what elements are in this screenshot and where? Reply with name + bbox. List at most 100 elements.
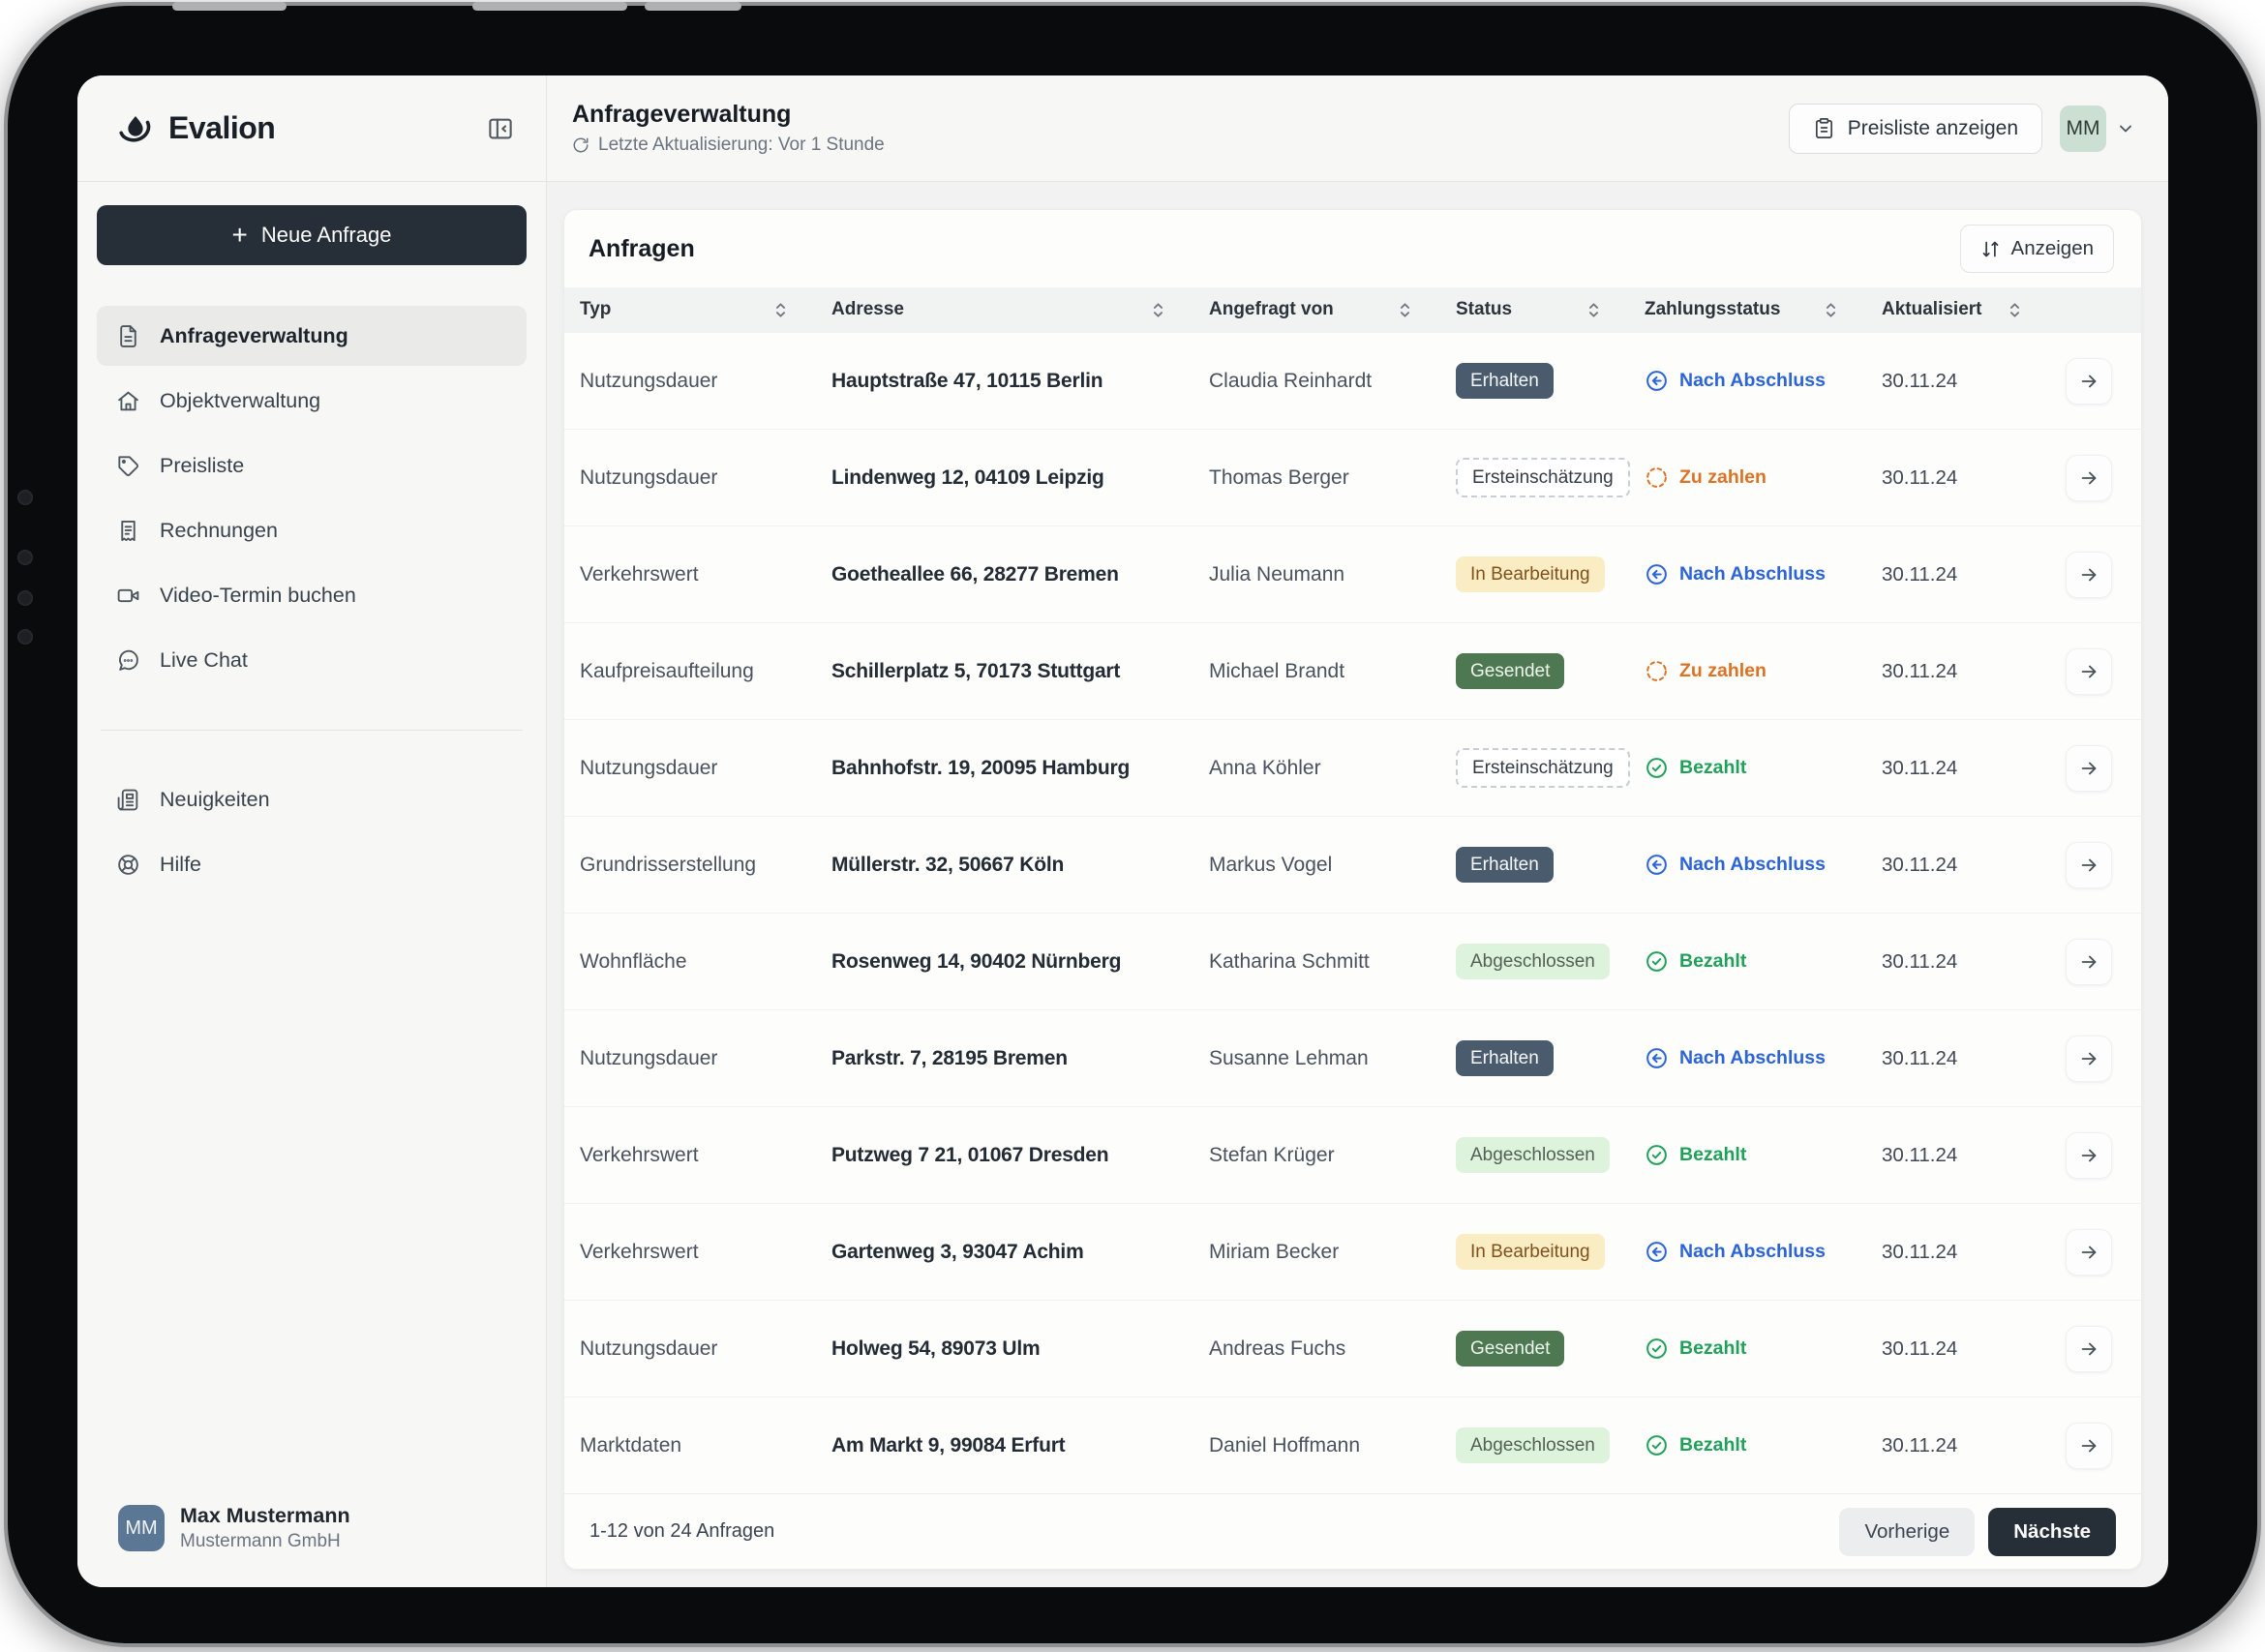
tag-icon (116, 454, 140, 478)
evalion-logo-icon (116, 109, 155, 148)
previous-page-button[interactable]: Vorherige (1839, 1508, 1975, 1556)
cell-angefragt-von: Stefan Krüger (1209, 1144, 1456, 1167)
column-header-zahlungsstatus[interactable]: Zahlungsstatus (1645, 299, 1882, 320)
sort-icon (2007, 302, 2023, 318)
cell-status: Gesendet (1456, 1331, 1645, 1367)
cell-status: Erhalten (1456, 363, 1645, 400)
open-request-button[interactable] (2066, 1326, 2112, 1372)
cell-angefragt-von: Anna Köhler (1209, 757, 1456, 780)
user-menu-button[interactable]: MM (2060, 105, 2135, 152)
table-row[interactable]: Verkehrswert Gartenweg 3, 93047 Achim Mi… (564, 1203, 2141, 1300)
table-row[interactable]: Grundrisserstellung Müllerstr. 32, 50667… (564, 816, 2141, 913)
sidebar-item-label: Video-Termin buchen (160, 584, 356, 608)
last-update: Letzte Aktualisierung: Vor 1 Stunde (572, 135, 885, 156)
table-row[interactable]: Wohnfläche Rosenweg 14, 90402 Nürnberg K… (564, 913, 2141, 1009)
cell-adresse: Putzweg 7 21, 01067 Dresden (831, 1144, 1209, 1167)
content-area: Anfragen Anzeigen Typ Adresse Angefragt … (547, 182, 2168, 1587)
sidebar-item-label: Live Chat (160, 648, 248, 673)
dashed-circle-icon (1645, 659, 1669, 683)
circle-arrow-left-icon (1645, 1240, 1669, 1264)
open-request-button[interactable] (2066, 552, 2112, 598)
main-area: Anfrageverwaltung Letzte Aktualisierung:… (547, 75, 2168, 1587)
cell-angefragt-von: Miriam Becker (1209, 1241, 1456, 1264)
cell-aktualisiert: 30.11.24 (1882, 660, 2066, 683)
column-header-status[interactable]: Status (1456, 299, 1645, 320)
cell-status: Erhalten (1456, 847, 1645, 884)
cell-typ: Verkehrswert (580, 563, 831, 586)
open-request-button[interactable] (2066, 1036, 2112, 1082)
new-request-button[interactable]: + Neue Anfrage (97, 205, 527, 265)
device-side-dot (17, 550, 33, 565)
home-icon (116, 389, 140, 413)
cell-angefragt-von: Claudia Reinhardt (1209, 370, 1456, 393)
next-page-button[interactable]: Nächste (1988, 1508, 2116, 1556)
column-header-typ[interactable]: Typ (580, 299, 831, 320)
table-row[interactable]: Verkehrswert Goetheallee 66, 28277 Breme… (564, 526, 2141, 622)
sidebar-item-objektverwaltung[interactable]: Objektverwaltung (97, 371, 527, 431)
sidebar-item-hilfe[interactable]: Hilfe (97, 834, 527, 894)
column-header-angefragt-von[interactable]: Angefragt von (1209, 299, 1456, 320)
open-request-button[interactable] (2066, 1229, 2112, 1276)
table-row[interactable]: Nutzungsdauer Hauptstraße 47, 10115 Berl… (564, 332, 2141, 429)
table-row[interactable]: Kaufpreisaufteilung Schillerplatz 5, 701… (564, 622, 2141, 719)
cell-typ: Nutzungsdauer (580, 466, 831, 490)
sidebar-item-anfrageverwaltung[interactable]: Anfrageverwaltung (97, 306, 527, 366)
check-circle-icon (1645, 1337, 1669, 1361)
sidebar-item-live-chat[interactable]: Live Chat (97, 630, 527, 690)
show-pricelist-button[interactable]: Preisliste anzeigen (1789, 104, 2042, 154)
cell-typ: Verkehrswert (580, 1241, 831, 1264)
column-label: Aktualisiert (1882, 299, 1981, 320)
card-title: Anfragen (589, 235, 695, 263)
open-request-button[interactable] (2066, 648, 2112, 695)
table-row[interactable]: Verkehrswert Putzweg 7 21, 01067 Dresden… (564, 1106, 2141, 1203)
view-sort-label: Anzeigen (2011, 237, 2094, 260)
open-request-button[interactable] (2066, 1132, 2112, 1179)
cell-adresse: Schillerplatz 5, 70173 Stuttgart (831, 660, 1209, 683)
status-badge: In Bearbeitung (1456, 1234, 1605, 1271)
open-request-button[interactable] (2066, 842, 2112, 888)
arrow-right-icon (2078, 564, 2099, 586)
status-badge: Gesendet (1456, 1331, 1564, 1367)
sidebar-item-video-termin[interactable]: Video-Termin buchen (97, 565, 527, 625)
payment-status: Nach Abschluss (1645, 562, 1882, 586)
table-row[interactable]: Marktdaten Am Markt 9, 99084 Erfurt Dani… (564, 1397, 2141, 1493)
column-header-aktualisiert[interactable]: Aktualisiert (1882, 299, 2066, 320)
last-update-text: Letzte Aktualisierung: Vor 1 Stunde (598, 135, 885, 156)
arrow-right-icon (2078, 371, 2099, 392)
table-row[interactable]: Nutzungsdauer Parkstr. 7, 28195 Bremen S… (564, 1009, 2141, 1106)
sidebar-item-label: Rechnungen (160, 519, 278, 543)
open-request-button[interactable] (2066, 1423, 2112, 1469)
device-top-button (645, 2, 741, 11)
sort-icon (1823, 302, 1839, 318)
sidebar-collapse-button[interactable] (480, 108, 521, 149)
open-request-button[interactable] (2066, 939, 2112, 985)
sidebar-item-rechnungen[interactable]: Rechnungen (97, 500, 527, 560)
table-row[interactable]: Nutzungsdauer Lindenweg 12, 04109 Leipzi… (564, 429, 2141, 526)
sidebar-item-neuigkeiten[interactable]: Neuigkeiten (97, 769, 527, 829)
payment-status: Nach Abschluss (1645, 1046, 1882, 1070)
chat-bubble-icon (116, 648, 140, 673)
cell-aktualisiert: 30.11.24 (1882, 854, 2066, 877)
view-sort-button[interactable]: Anzeigen (1960, 225, 2114, 273)
device-side-dot (17, 590, 33, 606)
user-name: Max Mustermann (180, 1504, 350, 1528)
payment-status: Bezahlt (1645, 756, 1882, 780)
status-badge: Erhalten (1456, 1040, 1554, 1077)
sidebar-item-label: Anfrageverwaltung (160, 324, 348, 348)
table-row[interactable]: Nutzungsdauer Holweg 54, 89073 Ulm Andre… (564, 1300, 2141, 1397)
payment-label: Nach Abschluss (1679, 370, 1826, 392)
cell-aktualisiert: 30.11.24 (1882, 757, 2066, 780)
user-company: Mustermann GmbH (180, 1531, 350, 1552)
sort-icon (772, 302, 789, 318)
column-header-adresse[interactable]: Adresse (831, 299, 1209, 320)
table-row[interactable]: Nutzungsdauer Bahnhofstr. 19, 20095 Hamb… (564, 719, 2141, 816)
status-badge: Ersteinschätzung (1456, 748, 1630, 789)
cell-adresse: Hauptstraße 47, 10115 Berlin (831, 370, 1209, 393)
open-request-button[interactable] (2066, 745, 2112, 792)
status-badge: In Bearbeitung (1456, 556, 1605, 593)
sidebar-item-preisliste[interactable]: Preisliste (97, 436, 527, 496)
cell-angefragt-von: Andreas Fuchs (1209, 1337, 1456, 1361)
new-request-label: Neue Anfrage (261, 223, 392, 248)
open-request-button[interactable] (2066, 358, 2112, 405)
open-request-button[interactable] (2066, 455, 2112, 501)
